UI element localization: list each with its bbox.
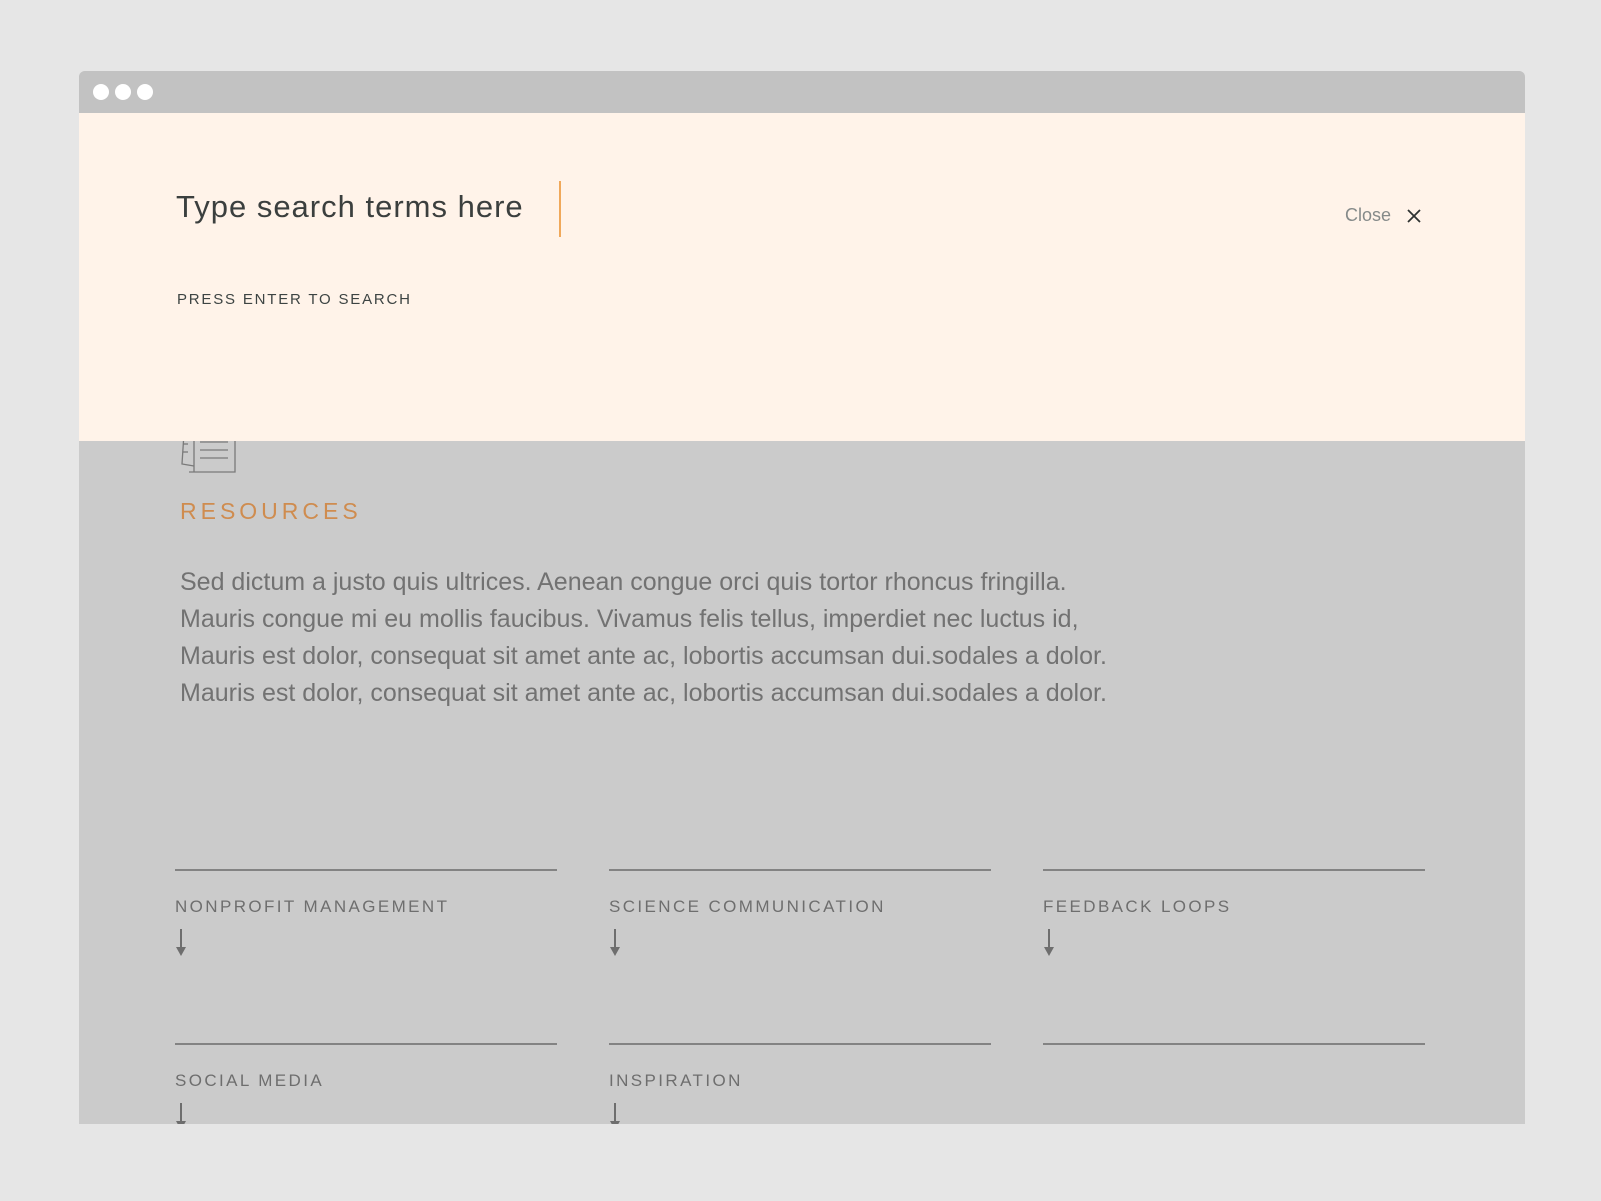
topic-divider bbox=[609, 1043, 991, 1045]
browser-titlebar bbox=[79, 71, 1525, 113]
window-control-dot[interactable] bbox=[115, 84, 131, 100]
arrow-down-icon[interactable] bbox=[175, 929, 187, 957]
browser-window: RESOURCES Sed dictum a justo quis ultric… bbox=[79, 71, 1525, 1124]
arrow-down-icon[interactable] bbox=[175, 1103, 187, 1124]
topic-divider bbox=[1043, 1043, 1425, 1045]
topic-label[interactable]: INSPIRATION bbox=[609, 1071, 743, 1091]
arrow-down-icon[interactable] bbox=[1043, 929, 1055, 957]
topic-divider bbox=[1043, 869, 1425, 871]
arrow-down-icon[interactable] bbox=[609, 1103, 621, 1124]
topic-label[interactable]: NONPROFIT MANAGEMENT bbox=[175, 897, 449, 917]
topic-tile-social-media[interactable]: SOCIAL MEDIA bbox=[175, 1043, 557, 1124]
topic-label[interactable]: SOCIAL MEDIA bbox=[175, 1071, 324, 1091]
topic-label[interactable]: SCIENCE COMMUNICATION bbox=[609, 897, 886, 917]
intro-paragraph: Sed dictum a justo quis ultrices. Aenean… bbox=[180, 568, 1107, 707]
close-label[interactable]: Close bbox=[1345, 205, 1391, 226]
topic-divider bbox=[175, 1043, 557, 1045]
arrow-down-icon[interactable] bbox=[609, 929, 621, 957]
topic-tile-empty bbox=[1043, 1043, 1425, 1124]
close-search-button[interactable]: Close bbox=[1345, 205, 1422, 226]
search-hint: PRESS ENTER TO SEARCH bbox=[177, 291, 412, 308]
search-caret bbox=[559, 181, 561, 237]
section-title: RESOURCES bbox=[180, 498, 362, 524]
window-control-dot[interactable] bbox=[137, 84, 153, 100]
topic-divider bbox=[609, 869, 991, 871]
search-overlay: PRESS ENTER TO SEARCH Close bbox=[79, 113, 1525, 441]
topic-tile-inspiration[interactable]: INSPIRATION bbox=[609, 1043, 991, 1124]
search-input[interactable] bbox=[176, 185, 556, 229]
topic-divider bbox=[175, 869, 557, 871]
topic-tile-nonprofit-management[interactable]: NONPROFIT MANAGEMENT bbox=[175, 869, 557, 989]
window-control-dot[interactable] bbox=[93, 84, 109, 100]
close-icon[interactable] bbox=[1406, 208, 1422, 224]
topic-tile-science-communication[interactable]: SCIENCE COMMUNICATION bbox=[609, 869, 991, 989]
topic-tile-feedback-loops[interactable]: FEEDBACK LOOPS bbox=[1043, 869, 1425, 989]
topic-label[interactable]: FEEDBACK LOOPS bbox=[1043, 897, 1232, 917]
